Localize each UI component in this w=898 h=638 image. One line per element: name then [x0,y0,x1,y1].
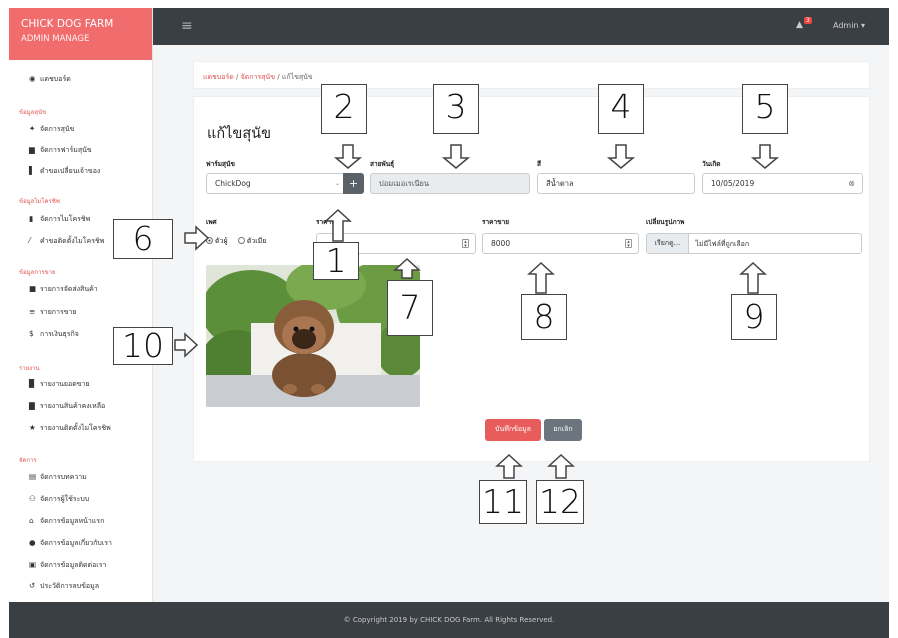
annotation-9: 9 [731,294,777,340]
arrow-8-icon [527,261,555,294]
annotation-4: 4 [598,84,644,134]
arrow-2-icon [333,144,363,169]
annotation-6: 6 [113,219,173,259]
arrow-1-icon [324,208,352,242]
annotation-11: 11 [479,480,527,524]
annotation-7: 7 [387,280,433,336]
arrow-5-icon [750,144,780,169]
arrow-12-icon [547,453,575,479]
arrow-9-icon [739,261,767,294]
annotation-8: 8 [521,294,567,340]
arrow-7-icon [393,257,421,279]
annotation-1: 1 [313,242,359,280]
annotation-3: 3 [433,84,479,134]
arrow-3-icon [441,144,471,169]
annotation-12: 12 [536,480,584,524]
arrow-4-icon [606,144,636,169]
arrow-10-icon [174,332,199,358]
annotation-10: 10 [113,327,173,365]
annotation-5: 5 [742,84,788,134]
arrow-6-icon [184,225,210,251]
arrow-11-icon [495,453,523,479]
annotation-2: 2 [321,84,367,134]
